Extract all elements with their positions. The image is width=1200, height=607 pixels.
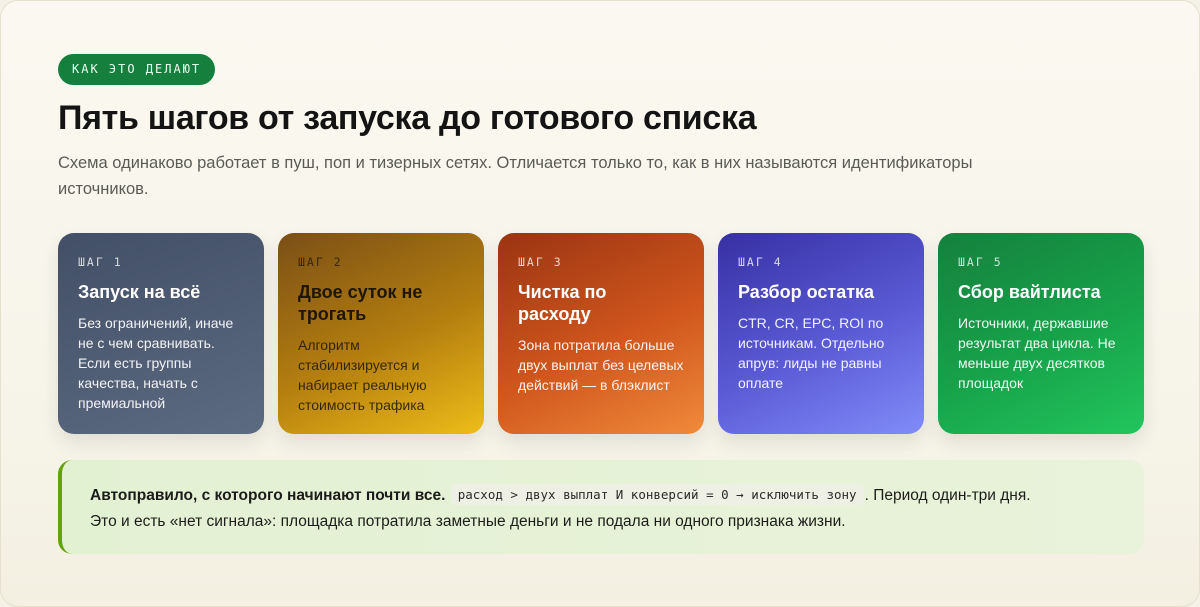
- step-number: ШАГ 2: [298, 255, 343, 269]
- step-number: ШАГ 3: [518, 255, 563, 269]
- step-title: Разбор остатка: [738, 282, 875, 302]
- page-subtitle: Схема одинаково работает в пуш, поп и ти…: [58, 154, 973, 198]
- callout-lead: Автоправило, с которого начинают почти в…: [90, 487, 446, 504]
- rule-code-snippet: расход > двух выплат И конверсий = 0 → и…: [450, 484, 864, 505]
- callout-explanation: Это и есть «нет сигнала»: площадка потра…: [90, 513, 846, 530]
- step-description: Без ограничений, иначе не с чем сравнива…: [78, 315, 234, 411]
- section-eyebrow-badge: КАК ЭТО ДЕЛАЮТ: [58, 54, 216, 85]
- step-title: Чистка по расходу: [518, 282, 607, 324]
- step-card-4: ШАГ 4 Разбор остатка CTR, CR, EPC, ROI п…: [718, 233, 924, 434]
- step-description: Алгоритм стабилизируется и набирает реал…: [298, 337, 427, 413]
- step-number: ШАГ 1: [78, 255, 123, 269]
- step-card-3: ШАГ 3 Чистка по расходу Зона потратила б…: [498, 233, 704, 434]
- step-description: CTR, CR, EPC, ROI по источникам. Отдельн…: [738, 315, 885, 391]
- step-title: Сбор вайтлиста: [958, 282, 1101, 302]
- callout-period-text: . Период один-три дня.: [864, 487, 1031, 504]
- step-title: Запуск на всё: [78, 282, 201, 302]
- step-number: ШАГ 5: [958, 255, 1003, 269]
- page-title: Пять шагов от запуска до готового списка: [58, 99, 757, 137]
- step-card-5: ШАГ 5 Сбор вайтлиста Источники, державши…: [938, 233, 1144, 434]
- steps-row: ШАГ 1 Запуск на всё Без ограничений, ина…: [58, 233, 1144, 434]
- autorule-callout: Автоправило, с которого начинают почти в…: [58, 460, 1144, 554]
- page-frame: КАК ЭТО ДЕЛАЮТ Пять шагов от запуска до …: [0, 0, 1200, 607]
- step-card-2: ШАГ 2 Двое суток не трогать Алгоритм ста…: [278, 233, 484, 434]
- step-description: Источники, державшие результат два цикла…: [958, 315, 1116, 391]
- step-number: ШАГ 4: [738, 255, 783, 269]
- step-title: Двое суток не трогать: [298, 282, 423, 324]
- step-card-1: ШАГ 1 Запуск на всё Без ограничений, ина…: [58, 233, 264, 434]
- step-description: Зона потратила больше двух выплат без це…: [518, 337, 684, 393]
